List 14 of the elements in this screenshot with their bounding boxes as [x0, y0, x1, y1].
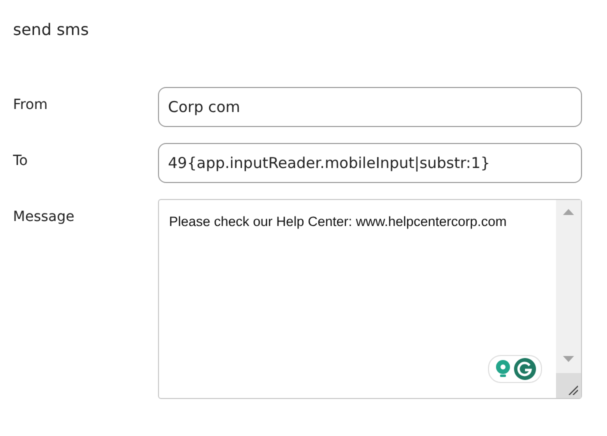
- text-field[interactable]: Corp com: [158, 87, 582, 127]
- page-title: send sms: [13, 19, 90, 41]
- scroll-down-icon[interactable]: [563, 356, 574, 362]
- message-field[interactable]: Please check our Help Center: www.helpcentercorp.com: [158, 199, 582, 399]
- resize-handle-icon[interactable]: [568, 385, 578, 395]
- field-label: Message: [13, 208, 74, 227]
- field-label: From: [13, 96, 48, 115]
- assistant-badge[interactable]: [488, 355, 542, 383]
- field-label: To: [13, 152, 28, 171]
- grammar-logo-icon[interactable]: [514, 358, 536, 380]
- scrollbar[interactable]: [556, 200, 581, 398]
- scroll-up-icon[interactable]: [563, 209, 574, 215]
- lightbulb-icon[interactable]: [494, 360, 510, 378]
- text-field[interactable]: 49{app.inputReader.mobileInput|substr:1}: [158, 143, 582, 183]
